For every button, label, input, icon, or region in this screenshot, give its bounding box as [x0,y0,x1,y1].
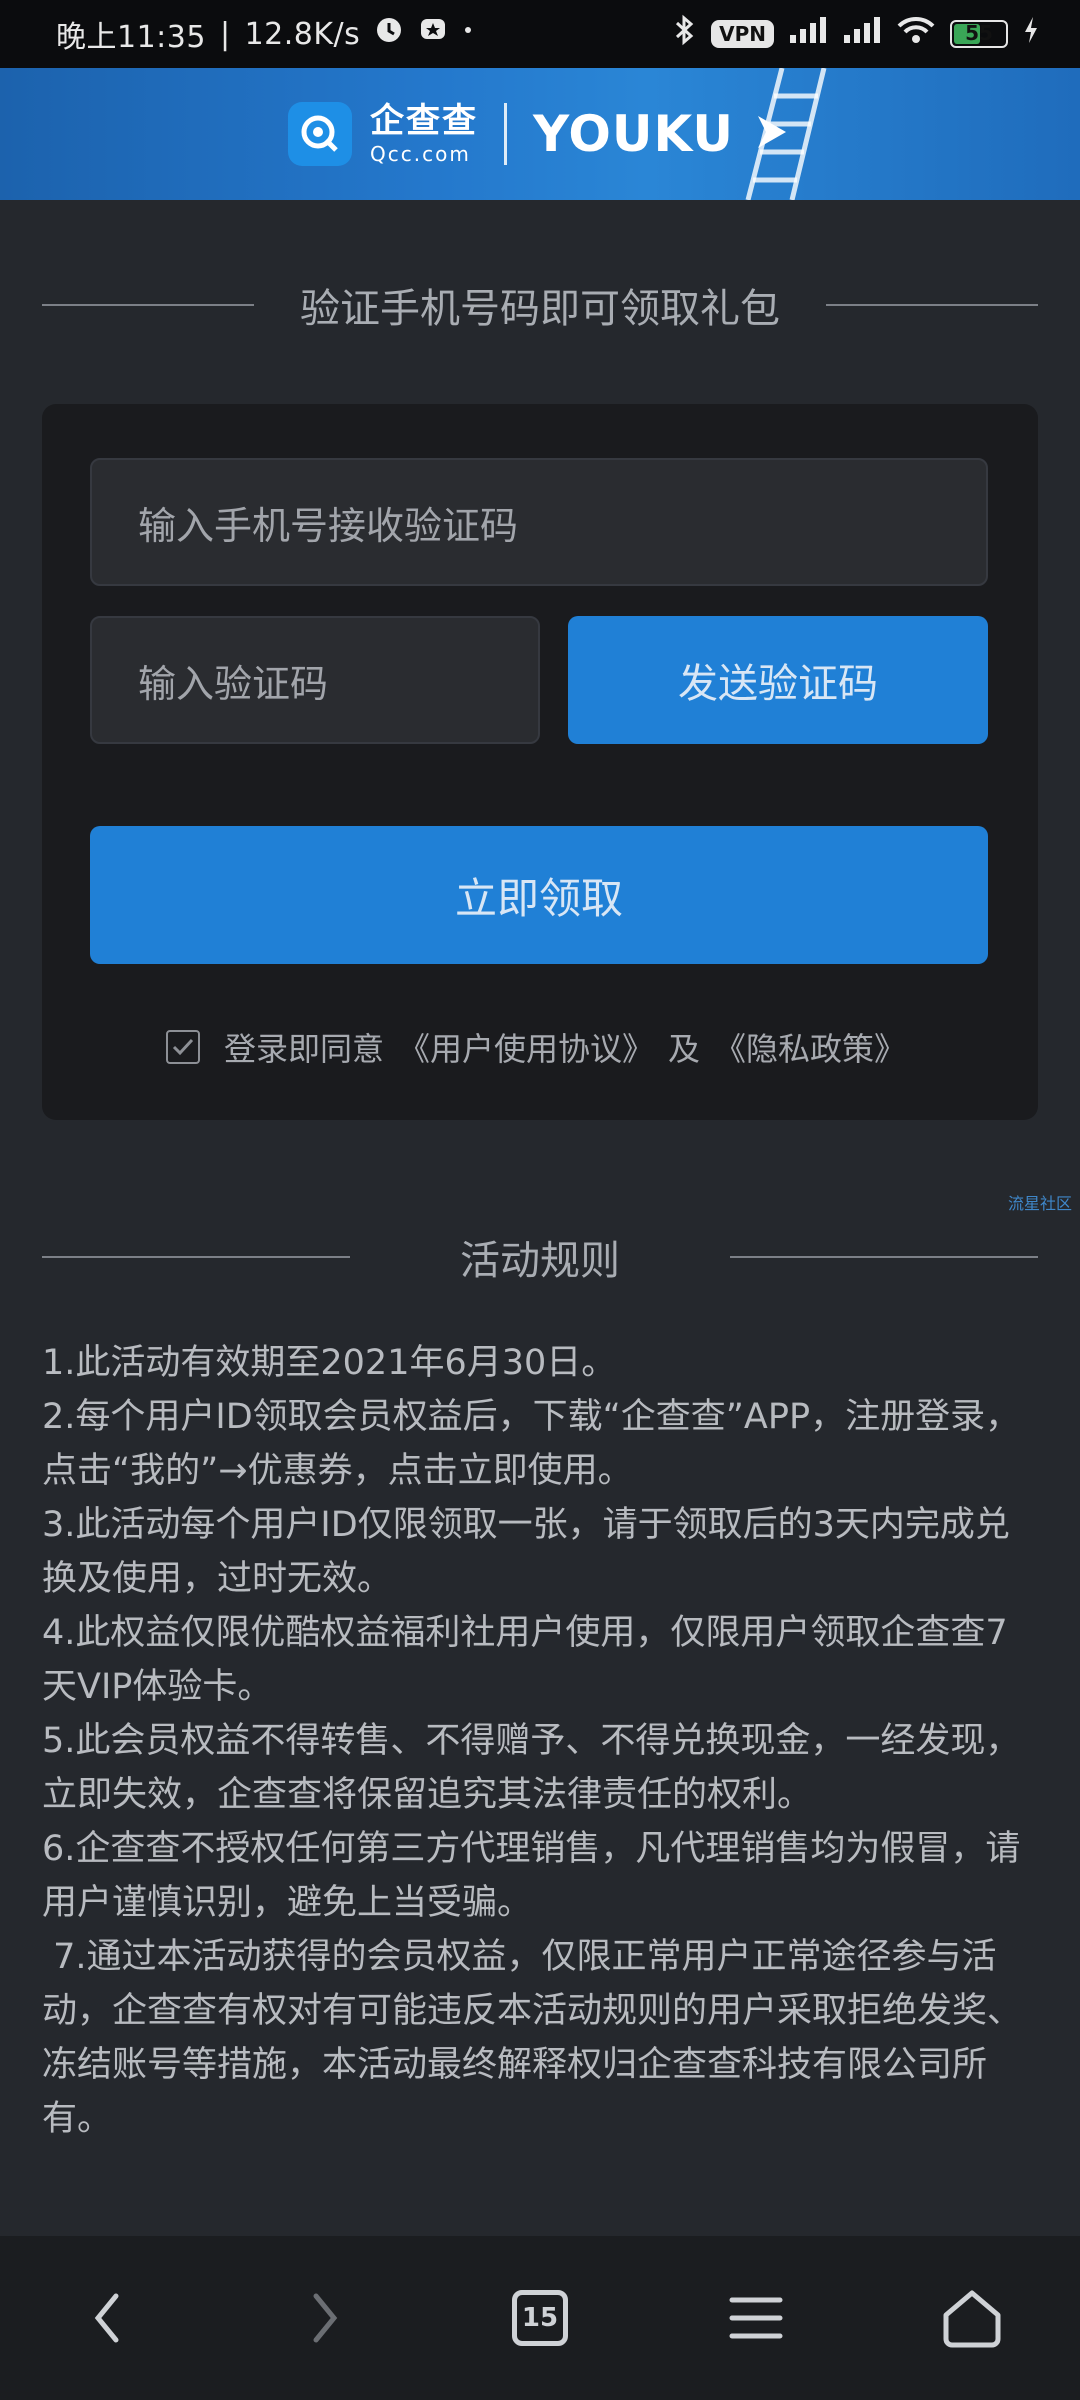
status-left: 晚上11:35 | 12.8K/s [56,0,474,68]
tab-count: 15 [521,2303,559,2333]
phone-input-placeholder: 输入手机号接收验证码 [138,503,519,548]
youku-logo: YOUKU [533,105,734,163]
heading-line-left [42,304,254,306]
app-notification-icon [418,15,448,53]
back-button[interactable] [48,2258,168,2378]
send-code-button[interactable]: 发送验证码 [568,616,988,744]
rule-item: 2.每个用户ID领取会员权益后，下载“企查查”APP，注册登录，点击“我的”→优… [42,1397,1021,1491]
home-button[interactable] [912,2258,1032,2378]
bluetooth-icon [671,14,697,54]
home-icon [943,2290,1001,2348]
rules-line-left [42,1256,350,1258]
browser-bottom-nav: 15 [0,2236,1080,2400]
chevron-left-icon [94,2293,119,2343]
tabs-button[interactable]: 15 [480,2258,600,2378]
rules-heading-title: 活动规则 [460,1238,620,1284]
brand-divider [504,103,507,165]
rule-item: 4.此权益仅限优酷权益福利社用户使用，仅限用户领取企查查7天VIP体验卡。 [42,1613,1008,1707]
battery-icon: 55 [950,20,1008,48]
verification-code-input[interactable]: 输入验证码 [90,616,540,744]
code-input-placeholder: 输入验证码 [138,661,329,706]
status-right: VPN 55 [671,0,1040,68]
menu-icon [729,2297,783,2339]
phone-input[interactable]: 输入手机号接收验证码 [90,458,988,586]
agreement-text: 登录即同意 《用户使用协议》 及 《隐私政策》 [224,1024,906,1070]
rule-item: 1.此活动有效期至2021年6月30日。 [42,1343,617,1383]
chevron-right-icon [313,2293,338,2343]
qcc-logo-icon [288,102,352,166]
wifi-icon [896,15,936,53]
brand-logos: 企查查 Qcc.com YOUKU [0,68,1080,200]
youku-play-icon [752,110,792,158]
charging-icon [1022,15,1040,53]
status-bar: 晚上11:35 | 12.8K/s VPN 55 [0,0,1080,68]
menu-button[interactable] [696,2258,816,2378]
tabs-icon: 15 [512,2290,568,2346]
agreement-checkbox[interactable] [166,1030,200,1064]
dot-icon [462,15,474,53]
signal-icon-2 [842,15,882,53]
rules-list: 1.此活动有效期至2021年6月30日。 2.每个用户ID领取会员权益后，下载“… [42,1336,1042,2146]
vpn-badge: VPN [711,20,774,48]
agreement-and: 及 [668,1030,701,1068]
rule-item: 6.企查查不授权任何第三方代理销售，凡代理销售均为假冒，请用户谨慎识别，避免上当… [42,1829,1021,1923]
qcc-logo-text: 企查查 Qcc.com [370,104,478,164]
rules-line-right [730,1256,1038,1258]
heading-line-right [826,304,1038,306]
qcc-name: 企查查 [370,101,478,141]
agreement-prefix: 登录即同意 [224,1030,385,1068]
form-heading-title: 验证手机号码即可领取礼包 [300,286,780,332]
alarm-icon [374,15,404,53]
user-agreement-link[interactable]: 《用户使用协议》 [398,1024,654,1070]
rule-item: 3.此活动每个用户ID仅限领取一张，请于领取后的3天内完成兑换及使用，过时无效。 [42,1505,1010,1599]
form-heading: 验证手机号码即可领取礼包 [42,276,1038,334]
rule-item: 7.通过本活动获得的会员权益，仅限正常用户正常途径参与活动，企查查有权对有可能违… [42,1937,1023,2139]
signal-icon-1 [788,15,828,53]
forward-button[interactable] [264,2258,384,2378]
agreement-row: 登录即同意 《用户使用协议》 及 《隐私政策》 [166,1026,906,1068]
privacy-policy-link[interactable]: 《隐私政策》 [714,1024,906,1070]
status-time: 晚上11:35 [56,20,206,55]
rules-heading: 活动规则 [42,1228,1038,1286]
brand-banner: 企查查 Qcc.com YOUKU [0,68,1080,200]
watermark: 流星社区 [1007,1194,1072,1213]
status-divider: | [219,16,231,52]
rule-item: 5.此会员权益不得转售、不得赠予、不得兑换现金，一经发现，立即失效，企查查将保留… [42,1721,1021,1815]
verification-card: 输入手机号接收验证码 输入验证码 发送验证码 立即领取 登录即同意 《用户使用协… [42,404,1038,1120]
battery-percent: 55 [965,21,993,45]
qcc-domain: Qcc.com [370,142,471,166]
claim-now-button[interactable]: 立即领取 [90,826,988,964]
network-speed: 12.8K/s [244,16,361,52]
check-icon [172,1038,194,1056]
